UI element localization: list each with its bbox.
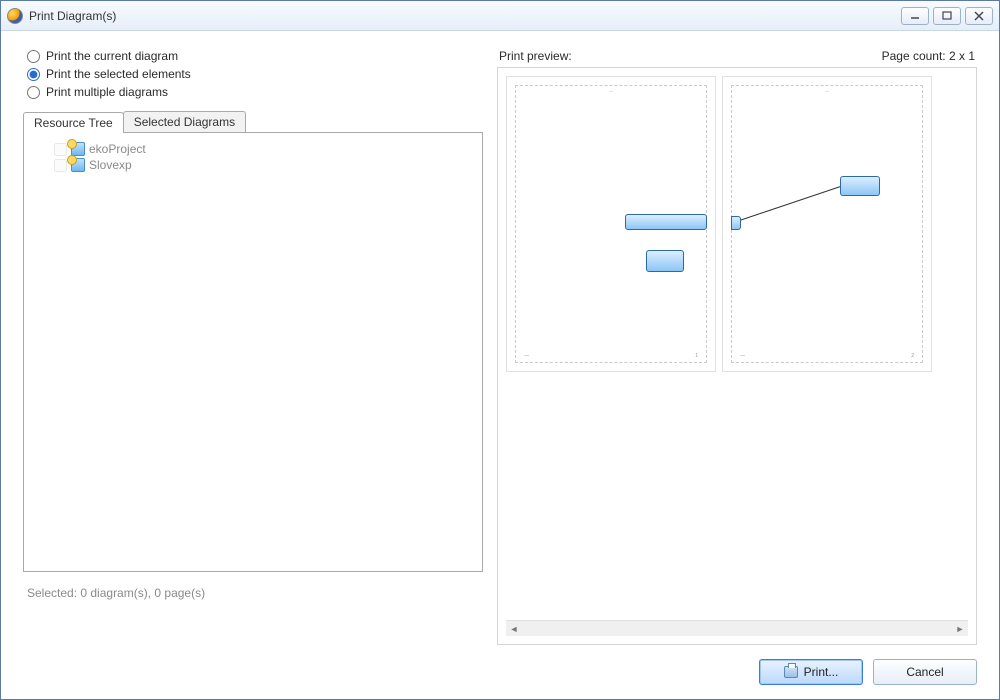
- maximize-icon: [942, 11, 952, 21]
- tab-resource-tree[interactable]: Resource Tree: [23, 112, 124, 133]
- printer-icon: [784, 666, 798, 678]
- tree-item-label: Slovexp: [89, 158, 132, 172]
- diagram-node: [646, 250, 684, 272]
- tree-item-checkbox[interactable]: [54, 159, 67, 172]
- tabs: Resource Tree Selected Diagrams ekoProje…: [23, 111, 483, 572]
- scroll-right-arrow-icon[interactable]: ►: [954, 623, 966, 635]
- resource-tree-panel: ekoProject Slovexp: [23, 132, 483, 572]
- radio-print-multiple-label: Print multiple diagrams: [46, 85, 168, 99]
- tree-item-label: ekoProject: [89, 142, 146, 156]
- scroll-left-arrow-icon[interactable]: ◄: [508, 623, 520, 635]
- close-button[interactable]: [965, 7, 993, 25]
- radio-print-current-label: Print the current diagram: [46, 49, 178, 63]
- preview-horizontal-scrollbar[interactable]: ◄ ►: [506, 620, 968, 636]
- radio-print-selected-label: Print the selected elements: [46, 67, 191, 81]
- diagram-node: [625, 214, 707, 230]
- page-inner: — — 1: [515, 85, 707, 363]
- window-controls: [901, 7, 993, 25]
- preview-page: — — 1: [506, 76, 716, 372]
- minimize-button[interactable]: [901, 7, 929, 25]
- maximize-button[interactable]: [933, 7, 961, 25]
- cancel-button[interactable]: Cancel: [873, 659, 977, 685]
- print-button[interactable]: Print...: [759, 659, 863, 685]
- right-column: Print preview: Page count: 2 x 1 — — 1: [497, 47, 977, 645]
- window-title: Print Diagram(s): [29, 9, 901, 23]
- radio-print-multiple-input[interactable]: [27, 86, 40, 99]
- app-icon: [7, 8, 23, 24]
- preview-header: Print preview: Page count: 2 x 1: [499, 49, 975, 63]
- page-footer-right: 2: [911, 353, 914, 359]
- cancel-button-label: Cancel: [906, 665, 943, 679]
- radio-print-multiple[interactable]: Print multiple diagrams: [27, 85, 483, 99]
- main-row: Print the current diagram Print the sele…: [23, 47, 977, 645]
- radio-print-selected[interactable]: Print the selected elements: [27, 67, 483, 81]
- diagram-connector: [732, 86, 922, 362]
- button-row: Print... Cancel: [23, 659, 977, 685]
- page-footer-left: —: [524, 353, 529, 359]
- diagram-node: [840, 176, 880, 196]
- page-count-label: Page count: 2 x 1: [882, 49, 975, 63]
- tab-strip: Resource Tree Selected Diagrams: [23, 111, 483, 132]
- project-icon: [71, 158, 85, 172]
- left-column: Print the current diagram Print the sele…: [23, 47, 483, 645]
- page-inner: — — 2: [731, 85, 923, 363]
- preview-scroll[interactable]: — — 1 —: [506, 76, 968, 620]
- tree-item-checkbox[interactable]: [54, 143, 67, 156]
- minimize-icon: [910, 12, 920, 20]
- preview-label: Print preview:: [499, 49, 572, 63]
- dialog-content: Print the current diagram Print the sele…: [1, 31, 999, 699]
- radio-print-selected-input[interactable]: [27, 68, 40, 81]
- diagram-node: [731, 216, 741, 230]
- selected-status: Selected: 0 diagram(s), 0 page(s): [27, 586, 483, 600]
- print-scope-radio-group: Print the current diagram Print the sele…: [23, 47, 483, 103]
- page-footer-left: —: [740, 353, 745, 359]
- radio-print-current-input[interactable]: [27, 50, 40, 63]
- tab-selected-diagrams[interactable]: Selected Diagrams: [123, 111, 246, 132]
- page-header-text: —: [609, 88, 613, 93]
- print-button-label: Print...: [804, 665, 839, 679]
- page-footer-right: 1: [695, 353, 698, 359]
- close-icon: [974, 11, 984, 21]
- tree-item[interactable]: ekoProject: [54, 142, 472, 156]
- preview-page: — — 2: [722, 76, 932, 372]
- preview-area: — — 1 —: [497, 67, 977, 645]
- titlebar: Print Diagram(s): [1, 1, 999, 31]
- tree-item[interactable]: Slovexp: [54, 158, 472, 172]
- pages-row: — — 1 —: [506, 76, 968, 372]
- radio-print-current[interactable]: Print the current diagram: [27, 49, 483, 63]
- project-icon: [71, 142, 85, 156]
